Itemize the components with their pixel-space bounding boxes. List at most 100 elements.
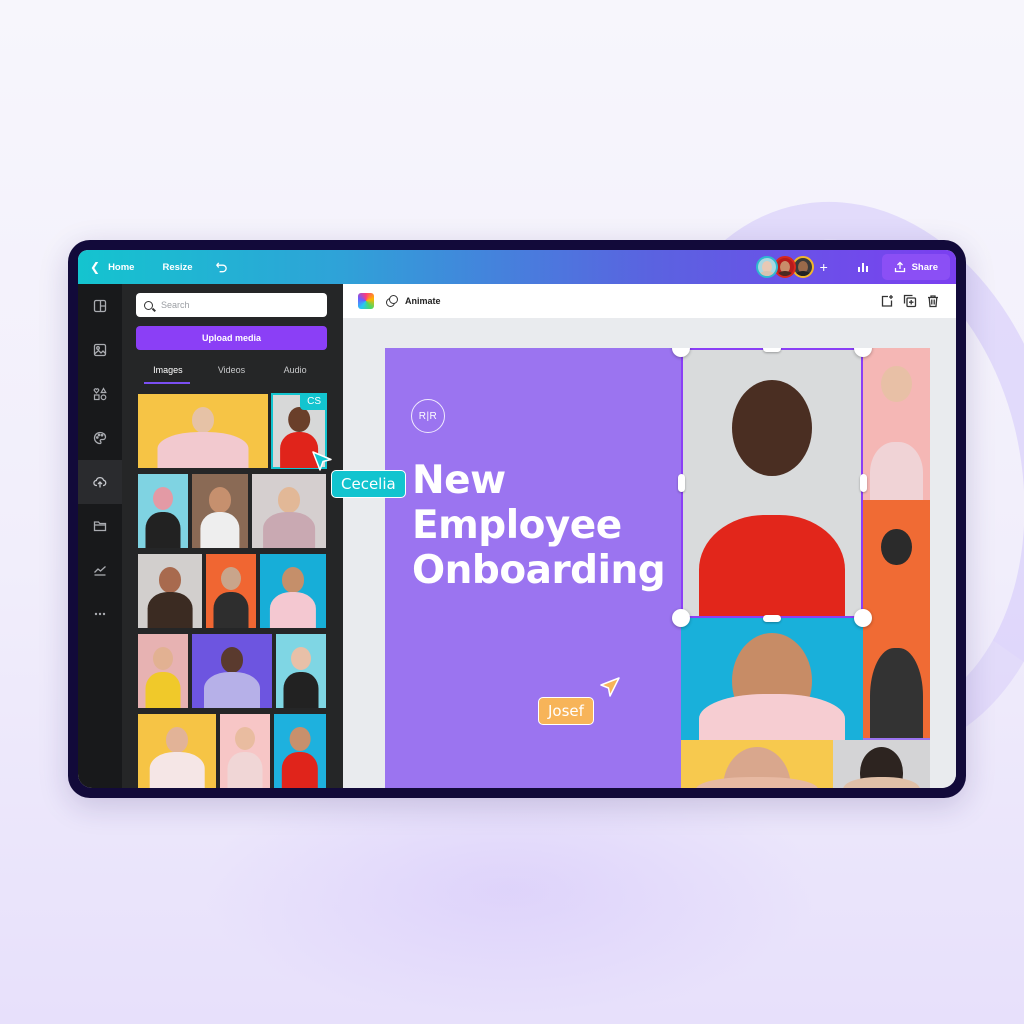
cloud-upload-icon (93, 476, 107, 488)
person-head (288, 407, 310, 433)
add-page-icon[interactable] (880, 294, 894, 308)
design-page[interactable]: R|R New Employee Onboarding Josef (385, 348, 930, 788)
person-body (699, 693, 845, 740)
search-input[interactable] (161, 300, 327, 310)
photo-yellow[interactable] (681, 740, 833, 788)
resize-handle-top[interactable] (763, 348, 781, 352)
resize-handle-bottom-right[interactable] (854, 609, 872, 627)
media-thumbnail[interactable] (138, 714, 216, 788)
headline-line-2: Employee (412, 503, 622, 548)
resize-button[interactable]: Resize (162, 262, 192, 273)
resize-handle-bottom-left[interactable] (672, 609, 690, 627)
rail-item-uploads[interactable] (78, 460, 122, 504)
collaborator-avatars (755, 256, 814, 278)
person-head (291, 647, 311, 671)
person-body (699, 515, 845, 618)
upload-media-button[interactable]: Upload media (136, 326, 327, 350)
back-chevron-icon[interactable]: ❮ (90, 260, 100, 274)
resize-handle-bottom[interactable] (763, 615, 781, 622)
photo-pink[interactable] (863, 348, 930, 500)
page-actions (880, 294, 940, 308)
person-body (145, 512, 181, 548)
avatar-body (776, 271, 793, 276)
person-body (281, 752, 319, 788)
person-body (200, 512, 240, 548)
photo-orange[interactable] (863, 500, 930, 738)
person-body (213, 592, 249, 628)
tab-audio[interactable]: Audio (263, 362, 327, 384)
delete-page-icon[interactable] (926, 294, 940, 308)
share-button[interactable]: Share (881, 254, 950, 280)
search-box[interactable] (136, 293, 327, 317)
cecelia-cursor-icon (312, 451, 332, 471)
rail-item-templates[interactable] (78, 284, 122, 328)
cecelia-cursor-label: Cecelia (331, 470, 406, 498)
insights-icon[interactable] (850, 256, 876, 278)
headline-line-1: New (412, 458, 506, 503)
tab-videos[interactable]: Videos (200, 362, 264, 384)
top-bar: ❮ Home Resize + Share (78, 250, 956, 284)
person-body (842, 777, 921, 788)
person-head (881, 366, 912, 403)
person-head (166, 727, 188, 753)
person-body (157, 432, 249, 468)
more-icon (94, 612, 106, 616)
add-collaborator-icon[interactable]: + (820, 259, 840, 275)
layout-icon (93, 299, 107, 313)
photo-blue[interactable] (681, 618, 863, 740)
media-thumbnail[interactable] (274, 714, 326, 788)
photo-grey[interactable] (833, 740, 930, 788)
person-head (732, 380, 812, 477)
tab-images[interactable]: Images (136, 362, 200, 384)
side-rail (78, 284, 122, 788)
search-icon (144, 300, 153, 310)
media-thumbnail[interactable] (260, 554, 326, 628)
person-body (269, 592, 317, 628)
collaborator-avatar[interactable] (755, 256, 778, 278)
duplicate-page-icon[interactable] (903, 294, 917, 308)
media-thumbnail[interactable] (252, 474, 326, 548)
chart-line-icon (94, 566, 106, 576)
media-thumbnail[interactable] (220, 714, 270, 788)
app-screen: ❮ Home Resize + Share Search Upload medi… (78, 250, 956, 788)
rail-item-photos[interactable] (78, 328, 122, 372)
person-body (263, 512, 315, 548)
canvas-area: Animate R|R New Employee Onboarding Jose… (343, 284, 956, 788)
person-head (153, 647, 173, 671)
media-thumbnail[interactable] (192, 474, 248, 548)
media-thumbnail[interactable] (192, 634, 272, 708)
rail-item-styles[interactable] (78, 416, 122, 460)
animate-button[interactable]: Animate (405, 296, 441, 306)
person-body (869, 442, 924, 500)
share-label: Share (911, 261, 938, 273)
rail-item-projects[interactable] (78, 504, 122, 548)
person-body (204, 672, 260, 708)
media-thumbnail[interactable] (276, 634, 326, 708)
media-thumbnail[interactable] (206, 554, 256, 628)
media-thumbnail[interactable] (138, 474, 188, 548)
palette-icon (93, 431, 107, 445)
background-glow (200, 760, 820, 1020)
shapes-icon (93, 387, 107, 401)
headline-text[interactable]: New Employee Onboarding (412, 458, 666, 593)
person-head (159, 567, 181, 593)
folder-icon (93, 521, 107, 532)
media-thumbnail[interactable] (138, 634, 188, 708)
home-button[interactable]: Home (108, 262, 134, 273)
avatar-body (794, 271, 811, 276)
featured-photo[interactable] (681, 348, 863, 618)
media-thumbnail[interactable] (138, 554, 202, 628)
person-head (278, 487, 300, 513)
resize-handle-left[interactable] (678, 474, 685, 492)
undo-icon[interactable] (215, 261, 228, 274)
rail-item-more[interactable] (78, 592, 122, 636)
brand-logo[interactable]: R|R (411, 399, 445, 433)
resize-handle-right[interactable] (860, 474, 867, 492)
josef-cursor-icon (600, 677, 620, 697)
rail-item-charts[interactable] (78, 548, 122, 592)
person-body (283, 672, 319, 708)
rail-item-elements[interactable] (78, 372, 122, 416)
person-head (881, 528, 912, 565)
media-thumbnail[interactable] (138, 394, 268, 468)
color-picker-swatch[interactable] (358, 293, 374, 309)
